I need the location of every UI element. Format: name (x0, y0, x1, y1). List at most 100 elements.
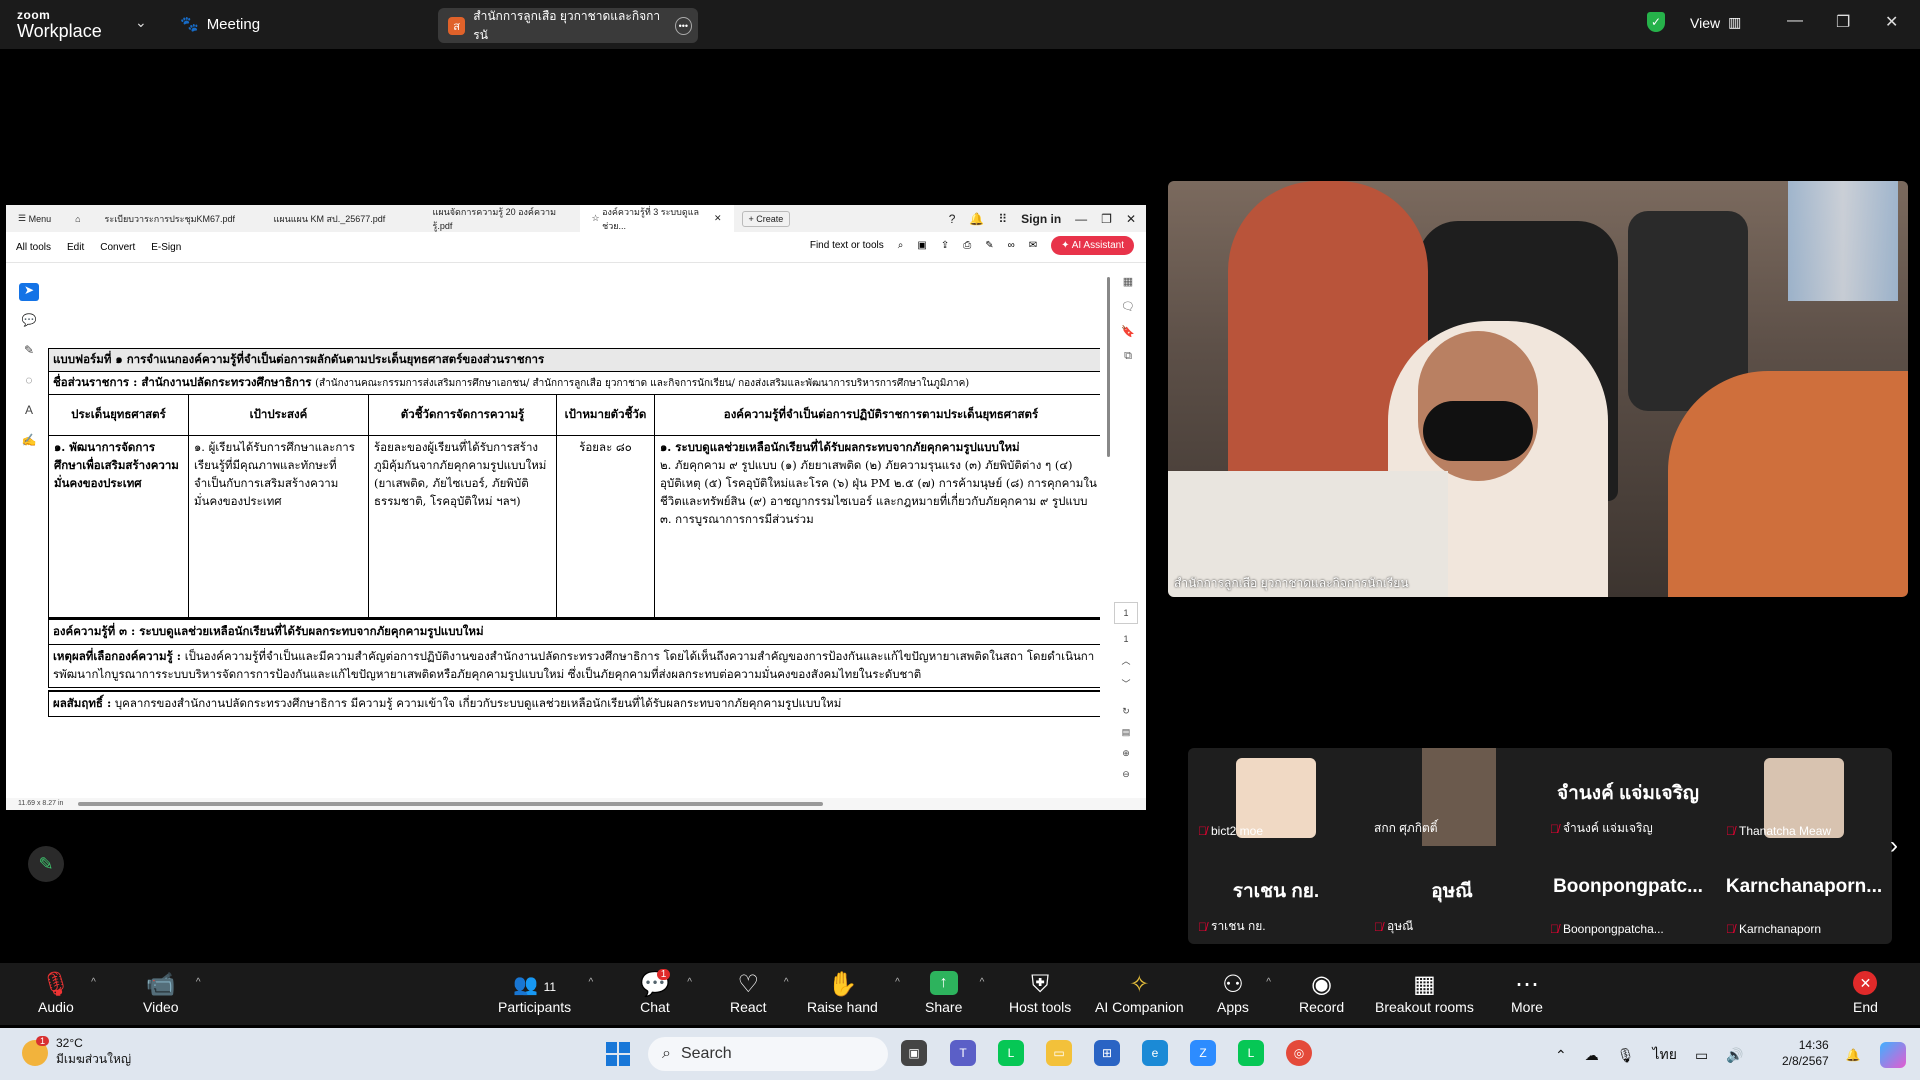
line-icon[interactable]: L (1238, 1040, 1264, 1066)
zoom-out-icon[interactable]: ⊖ (1122, 769, 1130, 780)
create-tab-button[interactable]: + Create (741, 210, 791, 227)
cloud-icon[interactable]: ☁ (1585, 1047, 1599, 1064)
chevron-down-icon[interactable]: ⌄ (135, 14, 147, 31)
taskbar-search[interactable]: ⌕ Search (648, 1037, 888, 1071)
vertical-scrollbar[interactable] (1107, 277, 1110, 457)
share-button[interactable]: ↑ Share ^ (925, 971, 984, 1015)
save-page-icon[interactable]: ▤ (1122, 727, 1131, 738)
participant-tile[interactable]: Boonpongpatc... 🎙̸ Boonpongpatcha... (1540, 846, 1716, 944)
view-button[interactable]: View ▥ (1690, 14, 1741, 31)
save-icon[interactable]: ▣ (917, 240, 926, 251)
tab-pdf-4[interactable]: ☆ องค์ความรู้ที่ 3 ระบบดูแลช่วย... ✕ (579, 205, 734, 232)
caret-up-icon[interactable]: ^ (687, 977, 692, 988)
weather-widget[interactable]: 1 32°C มีเมฆส่วนใหญ่ (22, 1035, 131, 1069)
participant-tile[interactable]: สกก ศุภกิตติ์ (1364, 748, 1540, 846)
stamp-icon[interactable]: ✍ (19, 433, 39, 451)
page-number-field[interactable]: 1 (1114, 602, 1138, 624)
chevron-up-icon[interactable]: ︿ (1121, 654, 1130, 667)
search-icon[interactable]: ⌕ (898, 240, 904, 251)
text-box-icon[interactable]: A (19, 403, 39, 421)
store-icon[interactable]: ⊞ (1094, 1040, 1120, 1066)
minimize-icon[interactable]: — (1075, 212, 1087, 226)
mic-icon[interactable]: 🎙 (1617, 1047, 1635, 1064)
refresh-icon[interactable]: ↻ (1122, 706, 1130, 717)
find-tools-input[interactable]: Find text or tools (810, 240, 884, 251)
print-icon[interactable]: ⎙ (963, 240, 971, 251)
close-icon[interactable]: ✕ (1885, 12, 1898, 32)
ai-assistant-button[interactable]: ✦ AI Assistant (1051, 236, 1134, 255)
participant-tile[interactable]: จำนงค์ แจ่มเจริญ 🎙̸ จำนงค์ แจ่มเจริญ (1540, 748, 1716, 846)
windows-start-icon[interactable] (606, 1042, 630, 1066)
participant-tile[interactable]: Karnchanaporn... 🎙̸ Karnchanaporn (1716, 846, 1892, 944)
participant-tile[interactable]: 🎙̸ bict2 moe (1188, 748, 1364, 846)
notification-bell-icon[interactable]: 🔔 (1840, 1042, 1866, 1068)
chrome-icon[interactable]: ◎ (1286, 1040, 1312, 1066)
tab-pdf-1[interactable]: ระเบียบวาระการประชุมKM67.pdf (93, 205, 262, 232)
more-button[interactable]: ⋯ More (1511, 971, 1543, 1015)
pages-icon[interactable]: ⧉ (1124, 350, 1132, 363)
caret-up-icon[interactable]: ^ (1266, 977, 1271, 988)
draw-icon[interactable]: ◌ (19, 373, 39, 391)
comment-icon[interactable]: ✎ (985, 240, 993, 251)
raise-hand-button[interactable]: ✋ Raise hand ^ (807, 971, 900, 1015)
comments-panel-icon[interactable]: 🗨 (1121, 300, 1135, 313)
zoom-icon[interactable]: Z (1190, 1040, 1216, 1066)
restore-icon[interactable]: ❐ (1101, 212, 1112, 226)
caret-up-icon[interactable]: ^ (980, 977, 985, 988)
upload-icon[interactable]: ⇪ (941, 240, 949, 251)
edge-icon[interactable]: e (1142, 1040, 1168, 1066)
close-icon[interactable]: ✕ (1126, 212, 1136, 226)
host-tools-button[interactable]: ⛨ Host tools (1009, 971, 1071, 1015)
bookmark-icon[interactable]: 🔖 (1121, 325, 1135, 338)
breakout-rooms-button[interactable]: ▦ Breakout rooms (1375, 971, 1474, 1015)
network-icon[interactable]: ▭ (1695, 1047, 1708, 1064)
video-button[interactable]: 📹 Video ^ (143, 971, 201, 1015)
apps-button[interactable]: ⚇ Apps ^ (1217, 971, 1271, 1015)
caret-up-icon[interactable]: ^ (784, 977, 789, 988)
mail-icon[interactable]: ✉ (1029, 240, 1037, 251)
react-button[interactable]: ♡ React ^ (730, 971, 789, 1015)
volume-icon[interactable]: 🔊 (1726, 1047, 1743, 1064)
meeting-tab[interactable]: ส สำนักการลูกเสือ ยุวกาชาดและกิจการนั ••… (438, 8, 698, 43)
meeting-menu[interactable]: 🐾 Meeting (180, 15, 260, 34)
participant-tile[interactable]: 🎙̸ Thanatcha Meaw (1716, 748, 1892, 846)
tab-pdf-3[interactable]: แผนจัดการความรู้ 20 องค์ความรู้.pdf (421, 205, 580, 232)
restore-icon[interactable]: ❐ (1836, 12, 1850, 32)
caret-up-icon[interactable]: ^ (895, 977, 900, 988)
active-speaker-video[interactable]: สำนักการลูกเสือ ยุวกาชาดและกิจการนักเรีย… (1168, 181, 1908, 597)
caret-up-icon[interactable]: ^ (91, 977, 96, 988)
edit-menu[interactable]: Edit (67, 242, 84, 253)
all-tools-menu[interactable]: All tools (16, 242, 51, 253)
annotate-pencil-icon[interactable]: ✎ (28, 846, 64, 882)
chevron-right-icon[interactable]: › (1890, 832, 1898, 860)
convert-menu[interactable]: Convert (100, 242, 135, 253)
ai-summary-icon[interactable]: ▦ (1123, 275, 1133, 288)
highlight-icon[interactable]: ✎ (19, 343, 39, 361)
caret-up-icon[interactable]: ^ (196, 977, 201, 988)
minimize-icon[interactable]: — (1787, 12, 1803, 30)
esign-menu[interactable]: E-Sign (151, 242, 181, 253)
home-icon[interactable]: ⌂ (63, 205, 92, 232)
end-button[interactable]: ✕ End (1853, 971, 1878, 1015)
link-icon[interactable]: ∞ (1008, 240, 1015, 251)
sign-in-button[interactable]: Sign in (1021, 212, 1061, 226)
audio-button[interactable]: 🎙 Audio ^ (38, 971, 96, 1015)
more-icon[interactable]: ••• (674, 16, 693, 35)
caret-up-icon[interactable]: ^ (588, 977, 593, 988)
bell-icon[interactable]: 🔔 (969, 212, 984, 226)
help-icon[interactable]: ? (949, 212, 956, 226)
clock[interactable]: 14:36 2/8/2567 (1782, 1037, 1829, 1069)
apps-grid-icon[interactable]: ⠿ (998, 212, 1007, 226)
copilot-icon[interactable] (1880, 1042, 1906, 1068)
chevron-up-icon[interactable]: ⌃ (1555, 1047, 1567, 1064)
tab-pdf-2[interactable]: แผนแผน KM สป._25677.pdf (262, 205, 421, 232)
participant-tile[interactable]: อุษณี 🎙̸ อุษณี (1364, 846, 1540, 944)
select-cursor-icon[interactable]: ➤ (19, 283, 39, 301)
language-indicator[interactable]: ไทย (1653, 1044, 1677, 1066)
chevron-down-icon[interactable]: ﹀ (1121, 677, 1130, 690)
record-button[interactable]: ◉ Record (1299, 971, 1344, 1015)
file-explorer-icon[interactable]: ▭ (1046, 1040, 1072, 1066)
menu-button[interactable]: ☰ Menu (6, 205, 63, 232)
line-icon[interactable]: L (998, 1040, 1024, 1066)
horizontal-scrollbar[interactable] (78, 802, 823, 806)
